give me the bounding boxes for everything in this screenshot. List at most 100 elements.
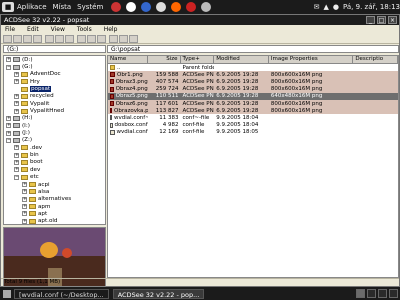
file-row[interactable]: dosbox.conf 4 982 conf-file 9.9.2005 18:04	[108, 122, 398, 129]
tree-node[interactable]: + dev	[4, 166, 105, 173]
thumbnail-view-icon[interactable]	[119, 34, 128, 43]
tree-node[interactable]: + (H:)	[4, 115, 105, 122]
tree-node[interactable]: + .dev	[4, 144, 105, 151]
workspace-button[interactable]	[356, 289, 365, 298]
expand-toggle-icon[interactable]: +	[22, 204, 27, 210]
minimize-button[interactable]: _	[366, 16, 375, 24]
workspace-button[interactable]	[389, 289, 398, 298]
slideshow-icon[interactable]	[97, 34, 106, 43]
file-row[interactable]: wvdial.conf 12 169 conf-file 9.9.2005 18:05	[108, 129, 398, 136]
mail-icon[interactable]: ✉	[314, 3, 320, 11]
tree-node[interactable]: + alternatives	[4, 196, 105, 203]
menu-tools[interactable]: Tools	[77, 26, 92, 33]
tree-node[interactable]: popsat	[4, 85, 105, 93]
file-row[interactable]: .. Parent folder	[108, 64, 398, 71]
update-icon[interactable]: ▲	[323, 3, 328, 11]
tree-node[interactable]: + bin	[4, 151, 105, 158]
tree-node[interactable]: + VypalitHned	[4, 107, 105, 114]
menu-system[interactable]: Systém	[77, 3, 103, 11]
file-row[interactable]: Obraz4.png 259 724ACDSee PNG Im...6.9.200…	[108, 85, 398, 93]
menu-edit[interactable]: Edit	[27, 26, 39, 33]
tree-node[interactable]: + AdventDoc	[4, 71, 105, 78]
workspace-switcher[interactable]	[356, 289, 400, 298]
tree-node[interactable]: − etc	[4, 174, 105, 181]
launcher-icon[interactable]	[141, 2, 152, 12]
clock[interactable]: Pá, 9. zář, 18:13	[343, 3, 400, 11]
file-row[interactable]: Obr1.png 159 588ACDSee PNG Im...6.9.2005 …	[108, 71, 398, 79]
tree-node[interactable]: + alsa	[4, 188, 105, 195]
tree-node[interactable]: + recycled	[4, 93, 105, 100]
expand-toggle-icon[interactable]: +	[14, 159, 19, 165]
expand-toggle-icon[interactable]: +	[14, 108, 19, 114]
copy-icon[interactable]	[55, 34, 64, 43]
expand-toggle-icon[interactable]: +	[14, 93, 19, 99]
cut-icon[interactable]	[45, 34, 54, 43]
status-icon[interactable]: ●	[333, 3, 339, 11]
expand-toggle-icon[interactable]: −	[6, 137, 11, 143]
menu-file[interactable]: File	[5, 26, 15, 33]
folder-tree[interactable]: + (D:) − (G:) + AdventDoc + Hry popsat + recycled +…	[3, 55, 106, 225]
tree-node[interactable]: − (G:)	[4, 63, 105, 70]
view-icon[interactable]	[13, 34, 22, 43]
tree-node[interactable]: + (J:)	[4, 129, 105, 136]
tree-node[interactable]: − (Z:)	[4, 137, 105, 144]
expand-toggle-icon[interactable]: −	[14, 174, 19, 180]
expand-toggle-icon[interactable]: +	[22, 182, 27, 188]
file-row[interactable]: Obraz6.png 117 601ACDSee PNG Im...6.9.200…	[108, 99, 398, 108]
path-field[interactable]: G:\popsat	[107, 45, 399, 53]
expand-toggle-icon[interactable]: −	[6, 64, 11, 70]
file-list[interactable]: Name Size Type+ Modified Image Propertie…	[107, 55, 399, 278]
workspace-button[interactable]	[367, 289, 376, 298]
expand-toggle-icon[interactable]: +	[22, 189, 27, 195]
delete-icon[interactable]	[77, 34, 86, 43]
task-button-acdsee[interactable]: ACDSee 32 v2.22 - pop...	[112, 288, 205, 299]
expand-toggle-icon[interactable]: +	[14, 167, 19, 173]
up-folder-icon[interactable]	[33, 34, 42, 43]
title-bar[interactable]: ACDSee 32 v2.22 - popsat _ □ ×	[1, 15, 399, 25]
tree-node[interactable]: + apm	[4, 203, 105, 210]
expand-toggle-icon[interactable]: +	[22, 196, 27, 202]
menu-help[interactable]: Help	[104, 26, 118, 33]
expand-toggle-icon[interactable]: +	[22, 211, 27, 217]
file-row[interactable]: Obraz3.png 407 574ACDSee PNG Im...6.9.200…	[108, 78, 398, 86]
expand-toggle-icon[interactable]: +	[22, 218, 27, 224]
launcher-icon[interactable]	[201, 2, 212, 12]
tree-node[interactable]: + apt.old	[4, 218, 105, 224]
show-desktop-icon[interactable]	[3, 289, 11, 298]
workspace-button[interactable]	[378, 289, 387, 298]
menu-applications[interactable]: Aplikace	[17, 3, 47, 11]
expand-toggle-icon[interactable]: +	[6, 123, 11, 129]
file-row[interactable]: Obrazovka.png 113 827ACDSee PNG Im...6.9.…	[108, 107, 398, 115]
file-row[interactable]: wvdial.conf~ 11 383 conf~-file 9.9.2005 18:…	[108, 114, 398, 121]
paste-icon[interactable]	[65, 34, 74, 43]
launcher-icon[interactable]	[126, 2, 137, 12]
back-icon[interactable]	[23, 34, 32, 43]
properties-icon[interactable]	[129, 34, 138, 43]
rotate-icon[interactable]	[87, 34, 96, 43]
launcher-icon[interactable]	[186, 2, 197, 12]
expand-toggle-icon[interactable]: +	[14, 145, 19, 151]
expand-toggle-icon[interactable]: +	[6, 57, 11, 63]
expand-toggle-icon[interactable]: +	[14, 79, 19, 85]
column-description[interactable]: Descriptio	[353, 56, 398, 63]
tree-node[interactable]: + acpi	[4, 181, 105, 188]
drive-selector[interactable]: (G:)	[3, 45, 106, 53]
expand-toggle-icon[interactable]: +	[14, 71, 19, 77]
column-type[interactable]: Type+	[181, 56, 215, 63]
column-name[interactable]: Name	[108, 56, 148, 63]
close-button[interactable]: ×	[388, 16, 397, 24]
maximize-button[interactable]: □	[377, 16, 386, 24]
tree-node[interactable]: + (D:)	[4, 56, 105, 63]
launcher-icon[interactable]	[111, 2, 122, 12]
tree-node[interactable]: + Vypalit	[4, 100, 105, 107]
expand-toggle-icon[interactable]: +	[6, 115, 11, 121]
menu-view[interactable]: View	[51, 26, 65, 33]
expand-toggle-icon[interactable]: +	[14, 152, 19, 158]
column-image-properties[interactable]: Image Properties	[269, 56, 354, 63]
task-button-wvdial[interactable]: [wvdial.conf (~/Desktop...	[14, 288, 109, 299]
tree-node[interactable]: + (I:)	[4, 122, 105, 129]
menu-places[interactable]: Místa	[53, 3, 72, 11]
expand-toggle-icon[interactable]: +	[14, 101, 19, 107]
column-size[interactable]: Size	[148, 56, 181, 63]
tree-node[interactable]: + Hry	[4, 78, 105, 85]
